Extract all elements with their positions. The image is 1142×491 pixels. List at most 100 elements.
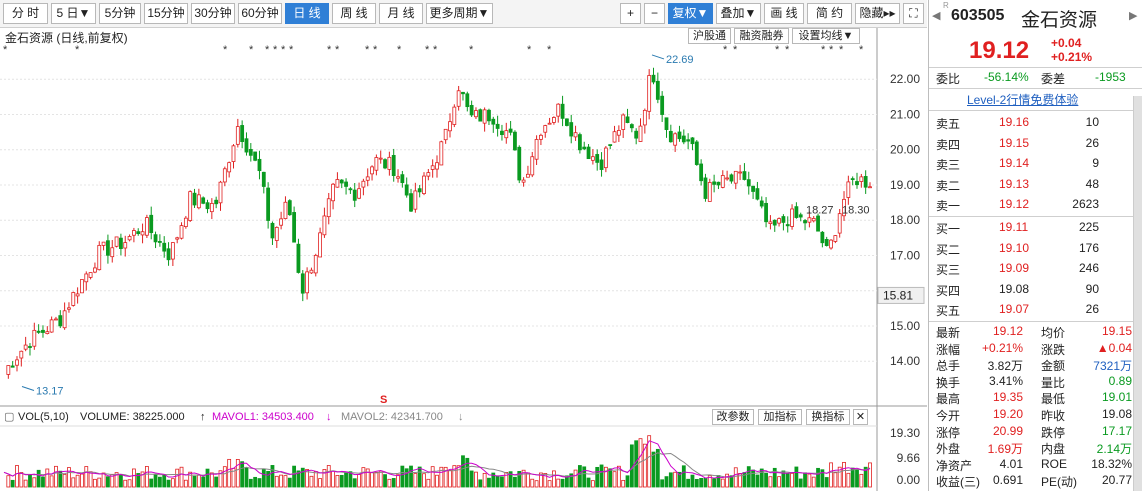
current-price-label: 15.81 bbox=[883, 288, 913, 302]
news-marker-icon: * bbox=[433, 44, 438, 56]
news-marker-icon: * bbox=[373, 44, 378, 56]
zoom-out-button[interactable]: − bbox=[644, 3, 665, 24]
candle-body bbox=[504, 130, 509, 139]
candle-body bbox=[755, 188, 760, 200]
candle-body bbox=[404, 184, 409, 196]
edit-params-button[interactable]: 改参数 bbox=[712, 409, 754, 425]
volume-bar bbox=[660, 479, 665, 488]
candle-body bbox=[318, 232, 322, 258]
volume-bar bbox=[465, 457, 470, 488]
candle-body bbox=[751, 185, 755, 192]
candle-body bbox=[461, 91, 465, 95]
candle-body bbox=[188, 191, 193, 221]
candle-body bbox=[248, 149, 253, 156]
candle-body bbox=[80, 279, 84, 294]
volume-bar bbox=[222, 466, 227, 488]
hide-button[interactable]: 隐藏▸▸ bbox=[855, 3, 900, 24]
volume-bar bbox=[556, 478, 561, 488]
tab-5min[interactable]: 5分钟 bbox=[99, 3, 141, 24]
candle-body bbox=[370, 166, 374, 175]
volume-toggle-icon[interactable]: ▢ bbox=[4, 408, 14, 426]
volume-bar bbox=[127, 479, 132, 488]
candle-body bbox=[686, 139, 691, 142]
candle-body bbox=[660, 95, 665, 115]
candle-body bbox=[287, 200, 292, 216]
kline-chart[interactable]: 22.00 21.00 20.00 19.00 18.00 17.00 15.00 14.00… bbox=[0, 28, 927, 491]
event-marker-s: S bbox=[380, 394, 387, 406]
weibi-value: -56.14% bbox=[984, 70, 1029, 84]
volume-bar bbox=[448, 469, 452, 488]
volume-bar bbox=[144, 466, 149, 488]
tab-daily[interactable]: 日 线 bbox=[285, 3, 329, 24]
volume-bar bbox=[668, 472, 673, 488]
candle-body bbox=[274, 226, 279, 241]
ma-settings-dropdown[interactable]: 设置均线▼ bbox=[792, 28, 860, 44]
zoom-in-button[interactable]: + bbox=[620, 3, 641, 24]
close-indicator-icon[interactable]: ✕ bbox=[853, 409, 868, 425]
volume-bar bbox=[179, 466, 184, 488]
simple-mode-button[interactable]: 简 约 bbox=[807, 3, 852, 24]
fullscreen-icon[interactable]: ⛶ bbox=[903, 3, 924, 24]
volume-bar bbox=[352, 478, 357, 488]
volume-bar bbox=[400, 465, 405, 488]
tab-intraday[interactable]: 分 时 bbox=[3, 3, 48, 24]
candle-body bbox=[625, 116, 630, 123]
volume-bar bbox=[430, 466, 435, 488]
tab-60min[interactable]: 60分钟 bbox=[238, 3, 282, 24]
tab-15min[interactable]: 15分钟 bbox=[144, 3, 188, 24]
candle-body bbox=[811, 218, 816, 222]
price-tick-label: 14.00 bbox=[890, 354, 920, 368]
tab-30min[interactable]: 30分钟 bbox=[191, 3, 235, 24]
news-marker-icon: * bbox=[365, 44, 370, 56]
switch-indicator-button[interactable]: 换指标 bbox=[806, 409, 850, 425]
volume-bar bbox=[699, 478, 704, 488]
candle-body bbox=[313, 254, 318, 274]
adjust-dropdown[interactable]: 复权▼ bbox=[668, 3, 713, 24]
news-marker-icon: * bbox=[335, 44, 340, 56]
tab-weekly[interactable]: 周 线 bbox=[332, 3, 376, 24]
add-indicator-button[interactable]: 加指标 bbox=[758, 409, 802, 425]
candle-body bbox=[15, 359, 19, 366]
candle-body bbox=[785, 224, 790, 227]
candle-body bbox=[530, 156, 535, 176]
candle-body bbox=[257, 158, 262, 172]
tab-5day[interactable]: 5 日▼ bbox=[51, 3, 96, 24]
hk-connect-button[interactable]: 沪股通 bbox=[688, 28, 731, 44]
more-periods-dropdown[interactable]: 更多周期▼ bbox=[426, 3, 493, 24]
volume-bar bbox=[785, 473, 790, 488]
tab-monthly[interactable]: 月 线 bbox=[379, 3, 423, 24]
candle-body bbox=[577, 134, 582, 151]
panel-scrollbar[interactable] bbox=[1133, 96, 1142, 491]
candle-body bbox=[833, 235, 838, 242]
volume-bar bbox=[101, 472, 106, 488]
draw-line-button[interactable]: 画 线 bbox=[764, 3, 804, 24]
volume-bar bbox=[88, 471, 93, 488]
prev-stock-icon[interactable]: ◀ bbox=[932, 9, 940, 22]
candle-body bbox=[253, 151, 258, 161]
volume-bar bbox=[655, 448, 660, 488]
margin-trading-button[interactable]: 融资融券 bbox=[734, 28, 789, 44]
candle-body bbox=[720, 175, 725, 188]
volume-bar bbox=[526, 472, 530, 488]
volume-bar bbox=[846, 472, 851, 488]
volume-bar bbox=[93, 478, 97, 488]
candle-body bbox=[261, 171, 266, 187]
news-marker-icon: * bbox=[469, 44, 474, 56]
stock-code: 603505 bbox=[951, 7, 1005, 24]
news-marker-icon: * bbox=[859, 44, 864, 56]
news-marker-icon: * bbox=[527, 44, 532, 56]
overlay-dropdown[interactable]: 叠加▼ bbox=[716, 3, 761, 24]
candle-body bbox=[850, 178, 855, 181]
level2-link[interactable]: Level-2行情免费体验 bbox=[967, 91, 1078, 108]
candle-body bbox=[84, 273, 89, 283]
volume-bar bbox=[461, 455, 465, 488]
next-stock-icon[interactable]: ▶ bbox=[1129, 9, 1137, 22]
candle-body bbox=[565, 118, 569, 126]
price-tick-label: 17.00 bbox=[890, 248, 920, 262]
candle-body bbox=[300, 273, 305, 294]
volume-value: VOLUME: 38225.000 bbox=[80, 411, 185, 423]
candle-body bbox=[430, 165, 435, 170]
volume-bar bbox=[582, 466, 587, 488]
volume-bar bbox=[404, 468, 409, 488]
candle-body bbox=[49, 319, 54, 333]
